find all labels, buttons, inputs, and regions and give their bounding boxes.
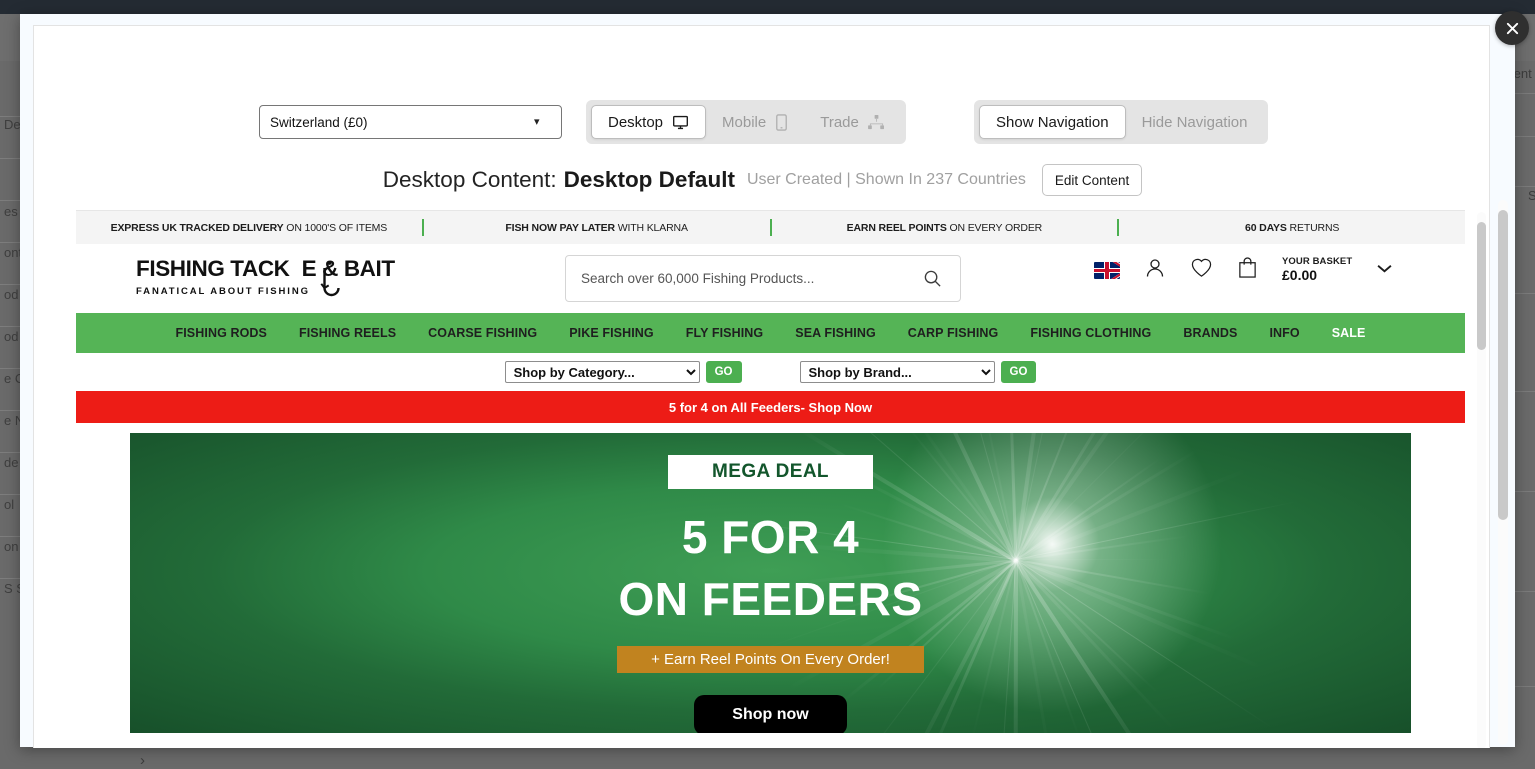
bg-right-fragment: S <box>1528 188 1535 203</box>
hide-navigation-button[interactable]: Hide Navigation <box>1126 105 1264 139</box>
hero-headline-1: 5 FOR 4 <box>681 511 860 563</box>
heart-icon[interactable] <box>1190 257 1213 283</box>
preview-scrollbar-thumb[interactable] <box>1477 222 1486 350</box>
modal-body: Switzerland (£0) ▾ Desktop Mobile Trade … <box>33 25 1490 748</box>
nav-item-carp-fishing[interactable]: CARP FISHING <box>892 326 1015 340</box>
usp-bold: 60 DAYS <box>1245 221 1287 234</box>
nav-item-fly-fishing[interactable]: FLY FISHING <box>670 326 780 340</box>
modal-controls: Switzerland (£0) ▾ Desktop Mobile Trade … <box>34 93 1489 144</box>
usp-rest: ON EVERY ORDER <box>946 221 1043 234</box>
usp-rest: WITH KLARNA <box>614 221 688 234</box>
hide-navigation-label: Hide Navigation <box>1141 113 1248 131</box>
content-title-meta: User Created | Shown In 237 Countries <box>746 171 1026 188</box>
usp-bold: FISH NOW PAY LATER <box>505 221 615 234</box>
nav-item-pike-fishing[interactable]: PIKE FISHING <box>553 326 670 340</box>
close-modal-button[interactable] <box>1495 11 1529 45</box>
show-navigation-button[interactable]: Show Navigation <box>979 105 1126 139</box>
content-preview-modal: Switzerland (£0) ▾ Desktop Mobile Trade … <box>20 14 1515 748</box>
monitor-icon <box>672 114 689 131</box>
usp-item: 60 DAYS RETURNS <box>1119 222 1465 234</box>
basket-amount: £0.00 <box>1282 266 1318 283</box>
nav-item-sea-fishing[interactable]: SEA FISHING <box>779 326 892 340</box>
device-toggle-desktop[interactable]: Desktop <box>591 105 707 139</box>
nav-item-fishing-rods[interactable]: FISHING RODS <box>160 326 283 340</box>
bg-chevron-icon: › <box>140 752 145 769</box>
usp-rest: ON 1000'S OF ITEMS <box>283 221 388 234</box>
site-header: FISHING TACK_E & BAIT FANATICAL ABOUT FI… <box>76 244 1465 313</box>
logo-text-right: E & BAIT <box>301 256 395 281</box>
chevron-down-icon[interactable] <box>1376 261 1393 279</box>
basket-label: YOUR BASKET <box>1282 256 1353 268</box>
content-title-prefix: Desktop Content: <box>382 167 557 192</box>
shop-now-button[interactable]: Shop now <box>694 695 847 733</box>
user-icon[interactable] <box>1144 257 1166 284</box>
bg-sidebar-item: es <box>4 204 18 219</box>
bg-sidebar-item: de <box>4 455 19 470</box>
shop-by-brand-select[interactable]: Shop by Brand... <box>799 361 995 383</box>
hero-banner[interactable]: MEGA DEAL 5 FOR 4 ON FEEDERS + Earn Reel… <box>130 433 1411 733</box>
logo-text-left: FISHING TACK <box>136 256 290 281</box>
site-preview-frame: EXPRESS UK TRACKED DELIVERY ON 1000'S OF… <box>76 210 1465 748</box>
search-icon[interactable] <box>923 269 942 288</box>
content-title-row: Desktop Content: Desktop Default User Cr… <box>34 159 1489 201</box>
hero-badge: MEGA DEAL <box>668 455 873 489</box>
hero-headline-2: ON FEEDERS <box>618 573 923 625</box>
main-navigation: FISHING RODS FISHING REELS COARSE FISHIN… <box>76 313 1465 353</box>
bg-sidebar-item: od <box>4 329 19 344</box>
bg-sidebar-item: od <box>4 287 19 302</box>
usp-item: EARN REEL POINTS ON EVERY ORDER <box>772 222 1118 234</box>
country-select[interactable]: Switzerland (£0) <box>259 105 562 139</box>
bg-sidebar-item: De <box>4 117 21 132</box>
site-logo[interactable]: FISHING TACK_E & BAIT FANATICAL ABOUT FI… <box>136 256 395 297</box>
shop-by-category-select[interactable]: Shop by Category... <box>504 361 700 383</box>
usp-rest: RETURNS <box>1286 221 1340 234</box>
usp-bold: EXPRESS UK TRACKED DELIVERY <box>110 221 284 234</box>
nav-item-coarse-fishing[interactable]: COARSE FISHING <box>412 326 553 340</box>
nav-item-brands[interactable]: BRANDS <box>1167 326 1253 340</box>
network-icon <box>867 114 885 130</box>
category-go-button[interactable]: GO <box>705 361 742 383</box>
device-toggle-mobile-label: Mobile <box>722 113 767 131</box>
usp-bold: EARN REEL POINTS <box>846 221 947 234</box>
device-toggle-trade-label: Trade <box>820 113 859 131</box>
device-toggle-group: Desktop Mobile Trade <box>586 100 906 144</box>
logo-main-text: FISHING TACK_E & BAIT <box>136 256 395 281</box>
device-toggle-mobile[interactable]: Mobile <box>706 105 804 139</box>
navigation-toggle-group: Show Navigation Hide Navigation <box>974 100 1269 144</box>
phone-icon <box>775 113 788 131</box>
basket-summary[interactable]: YOUR BASKET £0.00 <box>1282 256 1353 283</box>
device-toggle-desktop-label: Desktop <box>608 113 664 131</box>
nav-item-sale[interactable]: SALE <box>1316 326 1382 340</box>
fish-hook-icon <box>318 258 342 309</box>
nav-item-fishing-clothing[interactable]: FISHING CLOTHING <box>1014 326 1167 340</box>
hero-subtext: + Earn Reel Points On Every Order! <box>617 646 924 673</box>
search-input[interactable] <box>566 271 923 286</box>
uk-flag-icon[interactable] <box>1094 261 1120 279</box>
content-title-name: Desktop Default <box>563 167 735 192</box>
background-topbar <box>0 0 1535 14</box>
shop-by-row: Shop by Category... GO Shop by Brand... … <box>76 353 1465 391</box>
brand-go-button[interactable]: GO <box>1000 361 1037 383</box>
device-toggle-trade[interactable]: Trade <box>804 105 901 139</box>
promo-banner[interactable]: 5 for 4 on All Feeders- Shop Now <box>76 391 1465 423</box>
basket-icon[interactable] <box>1237 256 1258 284</box>
promo-banner-text: 5 for 4 on All Feeders- Shop Now <box>668 399 873 415</box>
usp-item: FISH NOW PAY LATER WITH KLARNA <box>424 222 770 234</box>
nav-item-info[interactable]: INFO <box>1253 326 1315 340</box>
modal-scrollbar-thumb[interactable] <box>1498 210 1508 520</box>
nav-item-fishing-reels[interactable]: FISHING REELS <box>283 326 412 340</box>
bg-sidebar-item: ol <box>4 497 15 512</box>
bg-sidebar-item: on <box>4 539 19 554</box>
logo-tagline: FANATICAL ABOUT FISHING <box>136 285 310 297</box>
show-navigation-label: Show Navigation <box>996 113 1109 131</box>
usp-item: EXPRESS UK TRACKED DELIVERY ON 1000'S OF… <box>76 222 422 234</box>
header-icon-group: YOUR BASKET £0.00 <box>1094 256 1393 284</box>
edit-content-button[interactable]: Edit Content <box>1041 164 1143 196</box>
usp-bar: EXPRESS UK TRACKED DELIVERY ON 1000'S OF… <box>76 211 1465 244</box>
search-bar[interactable] <box>565 255 961 302</box>
